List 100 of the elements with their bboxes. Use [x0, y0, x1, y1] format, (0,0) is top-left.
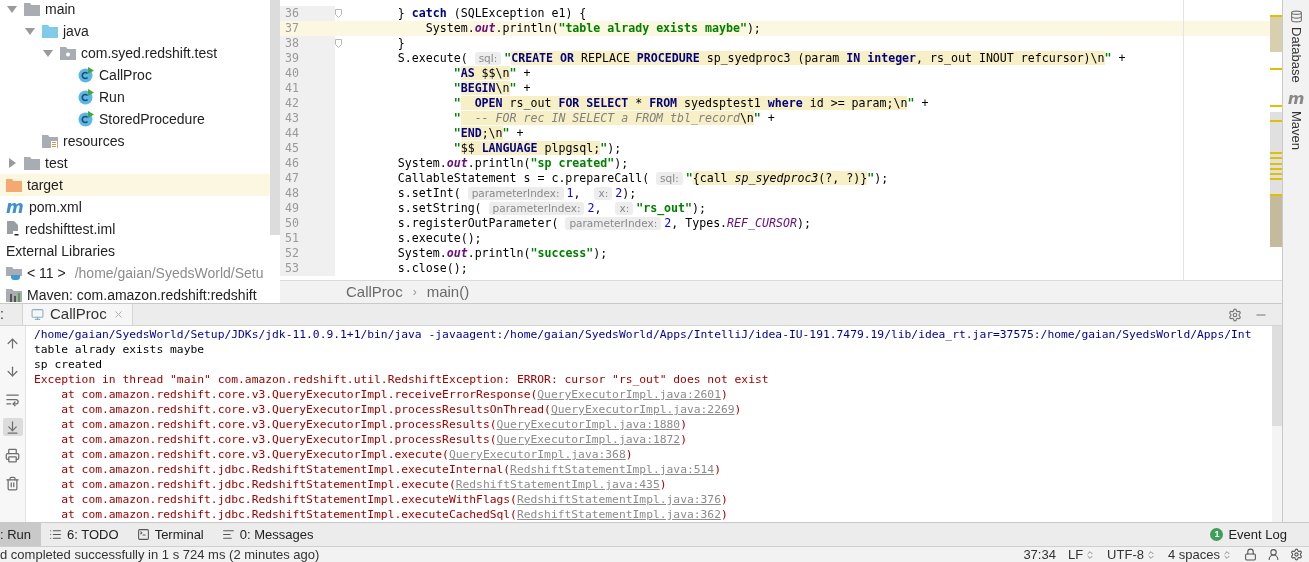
source-link[interactable]: QueryExecutorImpl.java:1872: [496, 433, 681, 446]
code-text: S.execute(: [396, 50, 469, 67]
status-selector[interactable]: LF: [1067, 547, 1096, 562]
tool-window-button[interactable]: 0: Messages: [213, 523, 324, 546]
console-line: at com.amazon.redshift.jdbc.RedshiftStatementImpl.execute(RedshiftStatementImpl.java:435): [60, 477, 668, 492]
line-number: 36: [285, 4, 299, 22]
status-message: d completed successfully in 1 s 724 ms (2 minutes ago): [0, 547, 320, 562]
fold-marker-icon[interactable]: [335, 9, 342, 18]
code-text: "rs_out");: [636, 199, 706, 218]
source-link[interactable]: RedshiftStatementImpl.java:435: [455, 478, 660, 491]
close-icon[interactable]: [112, 309, 124, 320]
person-icon[interactable]: [1267, 548, 1280, 561]
console-icon: [31, 308, 44, 321]
line-number: 43: [285, 109, 299, 127]
side-tool-button[interactable]: Database: [1286, 10, 1306, 83]
settings-icon[interactable]: [1290, 548, 1303, 561]
breadcrumb[interactable]: main(): [426, 280, 470, 304]
up-arrow-icon: [5, 335, 20, 351]
tool-window-button[interactable]: Terminal: [128, 523, 214, 546]
code-text: "$$ LANGUAGE plpgsql;");: [452, 139, 622, 157]
scroll-to-end-icon: [5, 419, 20, 435]
console-line: at com.amazon.redshift.core.v3.QueryExecutorImpl.processResults(QueryExecutorImpl.java:1880): [60, 417, 688, 432]
scrollbar-thumb[interactable]: [270, 0, 280, 235]
code-text: "CREATE OR REPLACE PROCEDURE sp_syedproc3 (param IN integer, rs_out INOUT refcursor)\n" +: [504, 49, 1126, 67]
tree-item[interactable]: Maven: com.amazon.redshift:redshift: [0, 284, 270, 303]
tree-item[interactable]: m pom.xml: [0, 196, 270, 218]
event-log-button[interactable]: 1 Event Log: [1210, 523, 1309, 546]
tree-item[interactable]: External Libraries: [0, 240, 270, 262]
console-line: at com.amazon.redshift.jdbc.RedshiftStatementImpl.executeCachedSql(RedshiftStatementImpl.java:362): [60, 507, 729, 522]
code-text: }: [396, 34, 405, 52]
scrollbar-thumb[interactable]: [1272, 326, 1282, 426]
code-text: System.out.println("table alrady exists maybe");: [424, 20, 761, 37]
settings-icon[interactable]: [1228, 307, 1242, 322]
console-line: at com.amazon.redshift.core.v3.QueryExecutorImpl.receiveErrorResponse(QueryExecutorImpl.java:2601): [60, 387, 729, 402]
source-link[interactable]: QueryExecutorImpl.java:2269: [550, 403, 735, 416]
console-line: /home/gaian/SyedsWorld/Setup/JDKs/jdk-11.0.9.1+1/bin/java -javaagent:/home/gaian/SyedsWorld/Apps/IntelliJ/idea-IU-191.7479.19/lib/idea_rt.jar=37575:/home/gaian/SyedsWorld/Apps/Int: [34, 327, 1253, 342]
console-line: Exception in thread "main" com.amazon.redshift.util.RedshiftException: ERROR: cursor "rs_out" does not exist: [34, 372, 770, 387]
line-number: 38: [285, 34, 299, 52]
tree-item[interactable]: target: [0, 174, 270, 196]
parameter-hint: sql:: [656, 172, 683, 185]
expanded-arrow-icon[interactable]: [24, 25, 36, 37]
jdk-folder-icon: [6, 266, 22, 280]
source-link[interactable]: QueryExecutorImpl.java:1880: [496, 418, 681, 431]
expanded-arrow-icon[interactable]: [42, 47, 54, 59]
status-selector[interactable]: 4 spaces: [1167, 547, 1232, 562]
fold-marker-icon[interactable]: [335, 39, 342, 48]
class-icon: [78, 67, 94, 83]
error-stripe-drawing[interactable]: [1270, 15, 1282, 247]
tree-item[interactable]: main: [0, 0, 270, 20]
tool-window-button[interactable]: : Run: [0, 523, 42, 546]
parameter-hint: x:: [594, 187, 613, 200]
code-text: " -- FOR rec IN SELECT a FROM tbl_record\n" +: [452, 110, 775, 127]
line-number: 46: [285, 154, 299, 172]
source-link[interactable]: QueryExecutorImpl.java:368: [448, 448, 626, 461]
tree-label: redshifttest.iml: [25, 219, 116, 239]
lock-icon[interactable]: [1244, 548, 1257, 561]
tree-item[interactable]: StoredProcedure: [0, 108, 270, 130]
tree-item[interactable]: redshifttest.iml: [0, 218, 270, 240]
code-text: s.execute();: [396, 230, 482, 247]
collapsed-arrow-icon[interactable]: [6, 157, 18, 169]
tree-item[interactable]: com.syed.redshift.test: [0, 42, 270, 64]
console-line: at com.amazon.redshift.core.v3.QueryExecutorImpl.processResults(QueryExecutorImpl.java:1872): [60, 432, 688, 447]
line-number: 50: [285, 214, 299, 232]
source-link[interactable]: RedshiftStatementImpl.java:514: [510, 463, 715, 476]
code-text: } catch (SQLException e1) {: [396, 4, 587, 22]
tool-window-button[interactable]: 6: TODO: [41, 523, 129, 546]
down-arrow-icon: [5, 363, 20, 379]
tree-label: StoredProcedure: [99, 109, 205, 129]
class-icon: [78, 89, 94, 105]
package-icon: [60, 46, 76, 60]
expanded-arrow-icon[interactable]: [6, 3, 18, 15]
tree-item[interactable]: resources: [0, 130, 270, 152]
source-link[interactable]: RedshiftStatementImpl.java:376: [516, 493, 721, 506]
folder-icon: [42, 24, 58, 38]
tree-label: resources: [63, 131, 125, 151]
code-text: System.out.println("success");: [396, 244, 608, 262]
source-link[interactable]: QueryExecutorImpl.java:2601: [537, 388, 721, 401]
breadcrumb-separator: ›: [412, 284, 417, 301]
tree-item[interactable]: < 11 > /home/gaian/SyedsWorld/Setu: [0, 262, 270, 284]
tree-item[interactable]: test: [0, 152, 270, 174]
code-text: "END;\n" +: [452, 124, 524, 142]
line-number: 42: [285, 94, 299, 112]
line-number: 48: [285, 184, 299, 202]
status-text: 37:34: [1023, 547, 1056, 562]
code-text: 2);: [615, 185, 637, 202]
breadcrumb[interactable]: CallProc: [346, 280, 403, 304]
console-tab[interactable]: CallProc: [22, 304, 133, 325]
code-text: s.registerOutParameter(: [396, 215, 560, 232]
folder-icon: [24, 156, 40, 170]
tree-label: CallProc: [99, 65, 152, 85]
tree-label: com.syed.redshift.test: [81, 43, 218, 63]
tree-item[interactable]: CallProc: [0, 64, 270, 86]
line-number: 37: [285, 19, 299, 37]
source-link[interactable]: RedshiftStatementImpl.java:362: [516, 508, 721, 521]
side-tool-button[interactable]: m Maven: [1286, 90, 1306, 150]
status-selector[interactable]: UTF-8: [1107, 547, 1156, 562]
tree-item[interactable]: java: [0, 20, 270, 42]
console-tool-button[interactable]: [2, 418, 23, 436]
tree-label: target: [27, 175, 63, 195]
tree-item[interactable]: Run: [0, 86, 270, 108]
